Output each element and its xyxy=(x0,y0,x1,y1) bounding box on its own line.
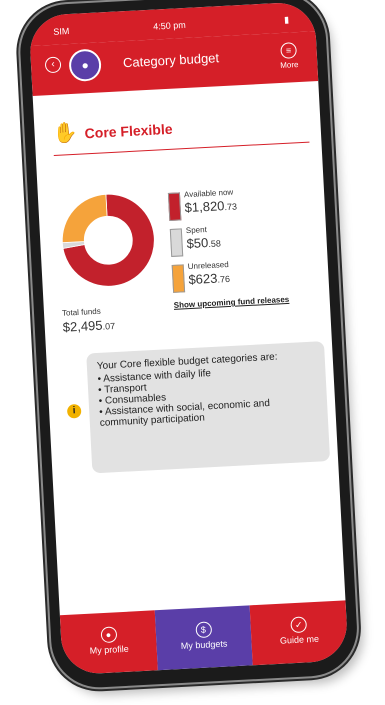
info-icon: i xyxy=(66,403,82,419)
clock: 4:50 pm xyxy=(152,19,186,32)
legend-swatch-available xyxy=(167,192,182,222)
total-funds-amount: $2,495.07 xyxy=(62,317,116,335)
user-icon: ● xyxy=(100,626,117,644)
legend-amount-spent: $50.58 xyxy=(186,235,222,252)
tab-guide-me[interactable]: ✓ Guide me xyxy=(249,600,349,666)
donut-slice-unreleased xyxy=(61,193,108,244)
tab-label-guide-me: Guide me xyxy=(279,633,320,646)
categories-info-box: Your Core flexible budget categories are… xyxy=(86,341,331,474)
legend-unreleased: Unreleased $623.76 xyxy=(171,255,323,295)
back-icon[interactable]: ‹ xyxy=(44,56,62,74)
page-title: Category budget xyxy=(122,50,220,71)
total-funds-label: Total funds xyxy=(61,306,101,318)
compass-icon: ✓ xyxy=(290,616,308,634)
bottom-tab-bar: ● My profile $ My budgets ✓ Guide me xyxy=(59,600,349,676)
legend-amount-available: $1,820.73 xyxy=(184,198,238,216)
section-title: Core Flexible xyxy=(84,120,173,142)
category-list: Assistance with daily life Transport Con… xyxy=(97,363,318,429)
legend-amount-unreleased: $623.76 xyxy=(188,270,231,288)
app-screen: SIM 4:50 pm ▮ ‹ ● Category budget ≡ More… xyxy=(28,1,349,676)
tab-my-budgets[interactable]: $ My budgets xyxy=(154,605,253,671)
tab-label-my-profile: My profile xyxy=(89,643,129,656)
budget-donut-chart xyxy=(61,193,155,287)
dollar-icon: $ xyxy=(194,621,212,639)
legend-label-spent: Spent xyxy=(185,225,208,236)
more-label: More xyxy=(280,60,299,70)
legend-available: Available now $1,820.73 xyxy=(167,183,319,223)
camera-icon[interactable]: ● xyxy=(68,48,102,83)
legend-spent: Spent $50.58 xyxy=(169,219,321,259)
tab-label-my-budgets: My budgets xyxy=(180,638,228,651)
budget-legend: Available now $1,820.73 Spent $50.58 Unr… xyxy=(167,183,323,299)
section-header: ✋ Core Flexible xyxy=(51,105,310,156)
total-funds: Total funds $2,495.07 xyxy=(62,306,116,335)
legend-swatch-spent xyxy=(169,228,184,257)
phone-frame: SIM 4:50 pm ▮ ‹ ● Category budget ≡ More… xyxy=(17,0,360,690)
menu-icon: ≡ xyxy=(280,42,298,59)
legend-swatch-unreleased xyxy=(171,264,186,293)
hand-icon: ✋ xyxy=(52,121,79,145)
more-button[interactable]: ≡ More xyxy=(274,42,303,70)
tab-my-profile[interactable]: ● My profile xyxy=(59,610,158,676)
battery-icon: ▮ xyxy=(283,14,290,25)
carrier-label: SIM xyxy=(53,25,70,37)
